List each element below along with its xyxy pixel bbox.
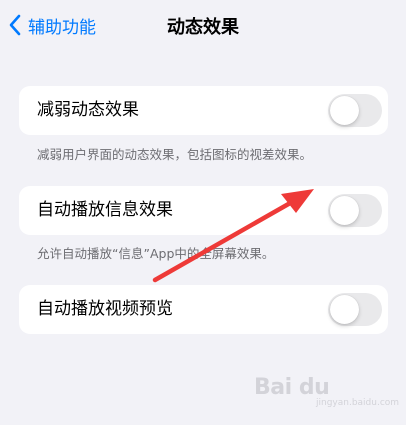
toggle-knob — [330, 196, 359, 225]
reduce-motion-footnote: 减弱用户界面的动态效果，包括图标的视差效果。 — [37, 147, 313, 162]
auto-play-video-previews-toggle[interactable] — [328, 293, 382, 326]
setting-label-reduce-motion: 减弱动态效果 — [37, 100, 139, 120]
toggle-knob — [330, 96, 359, 125]
navigation-bar: 辅助功能 动态效果 — [0, 0, 406, 50]
setting-row-auto-play-message-effects: 自动播放信息效果 — [19, 186, 388, 235]
watermark-sub: jingyan.baidu.com — [316, 398, 400, 408]
setting-row-reduce-motion: 减弱动态效果 — [19, 86, 388, 135]
baidu-watermark: Bai du jingyan.baidu.com — [254, 371, 399, 411]
auto-play-message-effects-footnote: 允许自动播放“信息”App中的全屏幕效果。 — [37, 246, 275, 261]
reduce-motion-toggle[interactable] — [328, 94, 382, 127]
setting-row-auto-play-video-previews: 自动播放视频预览 — [19, 285, 388, 334]
auto-play-message-effects-toggle[interactable] — [328, 194, 382, 227]
page-title: 动态效果 — [167, 17, 239, 38]
toggle-knob — [330, 295, 359, 324]
watermark-logo: Bai du — [254, 375, 330, 400]
setting-label-auto-play-message-effects: 自动播放信息效果 — [37, 200, 173, 220]
setting-label-auto-play-video-previews: 自动播放视频预览 — [37, 299, 173, 319]
